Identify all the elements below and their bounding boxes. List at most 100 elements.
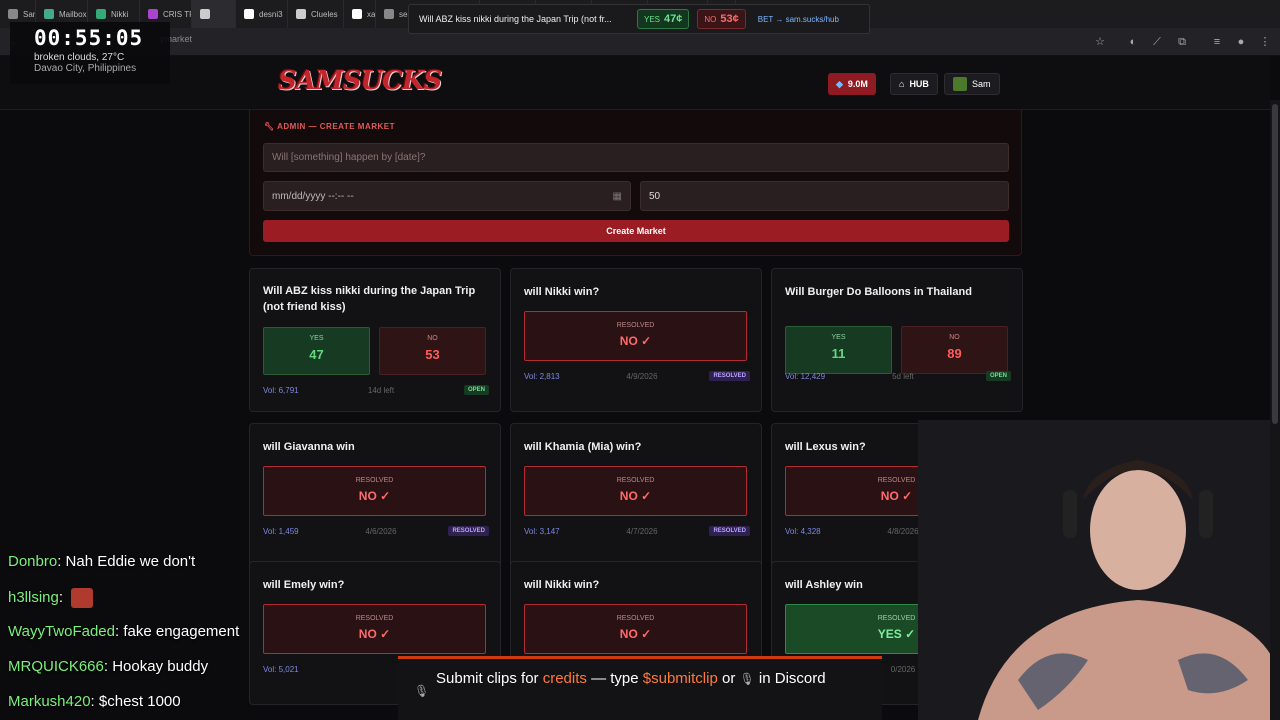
chat-username: MRQUICK666 — [8, 658, 104, 675]
weather-text: broken clouds, 27°C — [34, 52, 125, 63]
mic-icon: 🎙︎ — [414, 684, 430, 698]
amount-input[interactable]: 50 — [640, 181, 1009, 211]
tab-label: Sar — [23, 9, 36, 19]
status-badge: RESOLVED — [709, 526, 750, 536]
tab-label: Clueles — [311, 9, 338, 19]
market-title[interactable]: will Nikki win? — [524, 578, 750, 594]
market-title[interactable]: Will Burger Do Balloons in Thailand — [785, 285, 1011, 301]
market-date: 5d left — [892, 372, 914, 381]
browser-tab[interactable]: desni3 — [236, 0, 288, 28]
location-text: Davao City, Philippines — [34, 63, 137, 74]
tab-favicon-icon — [96, 9, 106, 19]
market-title[interactable]: will Khamia (Mia) win? — [524, 440, 750, 456]
chat-overlay: Donbro: Nah Eddie we don't h3llsing: Wayy… — [0, 547, 400, 720]
tab-label: Mailbox — [59, 9, 87, 19]
chat-username: Donbro — [8, 553, 58, 570]
tab-favicon-icon — [244, 9, 254, 19]
market-title[interactable]: will Giavanna win — [263, 440, 489, 456]
clip-text-4: in Discord — [758, 670, 826, 687]
clock-time: 00:55:05 — [34, 26, 144, 50]
question-input[interactable]: Will [something] happen by [date]? — [263, 143, 1009, 172]
admin-title: 🔧︎ ADMIN — CREATE MARKET — [264, 122, 395, 131]
menu-icon[interactable]: ⋮ — [1258, 35, 1272, 49]
hub-button[interactable]: ⌂ HUB — [890, 73, 938, 95]
market-card[interactable]: Will ABZ kiss nikki during the Japan Tri… — [249, 268, 501, 412]
tab-favicon-icon — [384, 9, 394, 19]
date-placeholder: mm/dd/yyyy --:-- -- — [272, 190, 354, 202]
clip-text-2: — type — [591, 670, 639, 687]
yes-label: YES — [831, 334, 846, 341]
chat-message: WayyTwoFaded: fake engagement — [8, 623, 240, 640]
status-badge: OPEN — [985, 371, 1011, 381]
yes-button[interactable]: YES 11 — [785, 326, 892, 374]
resolved-outcome: NO ✓ — [619, 489, 652, 503]
market-volume: Vol: 4,328 — [785, 527, 821, 536]
yes-button[interactable]: YES 47 — [263, 327, 370, 375]
market-volume: Vol: 1,459 — [263, 527, 299, 536]
market-title[interactable]: will Nikki win? — [524, 285, 750, 301]
extension-icon[interactable]: ⟋ — [1150, 35, 1164, 49]
no-label: NO — [427, 335, 438, 342]
chat-text: Nah Eddie we don't — [65, 553, 196, 570]
balance-button[interactable]: ◆ 9.0M — [828, 73, 876, 95]
tab-label: xa — [367, 9, 376, 19]
browser-tab[interactable]: xa — [344, 0, 376, 28]
star-icon[interactable]: ☆ — [1093, 35, 1107, 49]
site-logo[interactable]: SAMSUCKS — [278, 66, 442, 96]
resolved-result: RESOLVED NO ✓ — [524, 311, 747, 361]
market-volume: Vol: 12,429 — [785, 372, 826, 381]
status-badge: RESOLVED — [709, 371, 750, 381]
market-card[interactable]: will Giavanna win RESOLVED NO ✓ Vol: 1,459 4… — [249, 423, 501, 567]
emote-icon — [71, 588, 94, 608]
no-price: 89 — [947, 346, 962, 361]
date-input[interactable]: mm/dd/yyyy --:-- -- ▦ — [263, 181, 631, 211]
page-scrollbar[interactable] — [1270, 100, 1280, 720]
market-card[interactable]: will Nikki win? RESOLVED NO ✓ Vol: 2,813 4/9… — [510, 268, 762, 412]
puzzle-icon[interactable]: ⧉ — [1175, 35, 1189, 49]
no-button[interactable]: NO 53 — [379, 327, 486, 375]
market-volume: Vol: 6,791 — [263, 386, 299, 395]
chat-message: MRQUICK666: Hookay buddy — [8, 658, 209, 675]
media-icon[interactable]: ≡ — [1210, 35, 1224, 49]
clip-command: $submitclip — [642, 670, 718, 687]
resolved-outcome: NO ✓ — [619, 627, 652, 641]
user-button[interactable]: Sam — [944, 73, 1000, 95]
market-date: 14d left — [367, 386, 395, 395]
bet-overlay: Will ABZ kiss nikki during the Japan Tri… — [408, 4, 870, 34]
bet-yes-pill: YES 47¢ — [637, 9, 690, 29]
yes-label: YES — [309, 335, 324, 342]
hub-label: HUB — [909, 79, 929, 89]
admin-create-market-panel: 🔧︎ ADMIN — CREATE MARKET Will [something… — [249, 110, 1022, 256]
tab-favicon-icon — [352, 9, 362, 19]
gem-icon: ◆ — [836, 78, 843, 89]
stream-clock-overlay: 00:55:05 broken clouds, 27°C Davao City,… — [10, 22, 170, 84]
calendar-icon[interactable]: ▦ — [613, 191, 622, 202]
resolved-outcome: NO ✓ — [619, 334, 652, 348]
browser-tab[interactable]: Clueles — [288, 0, 344, 28]
wrench-icon: 🔧︎ — [264, 122, 275, 131]
market-title[interactable]: Will ABZ kiss nikki during the Japan Tri… — [263, 284, 489, 316]
chat-message: Donbro: Nah Eddie we don't — [8, 553, 196, 570]
chat-message: h3llsing: — [8, 588, 94, 608]
home-icon: ⌂ — [899, 79, 905, 89]
webcam-overlay — [918, 420, 1280, 720]
resolved-label: RESOLVED — [616, 477, 655, 484]
bet-link: BET → sam.sucks/hub — [757, 14, 839, 24]
bet-no-pill: NO 53¢ — [697, 9, 746, 29]
scrollbar-thumb[interactable] — [1272, 104, 1278, 424]
market-card[interactable]: will Khamia (Mia) win? RESOLVED NO ✓ Vol: 3… — [510, 423, 762, 567]
market-card[interactable]: Will Burger Do Balloons in Thailand YES 11… — [771, 268, 1023, 412]
avatar — [953, 77, 967, 91]
resolved-result: RESOLVED NO ✓ — [524, 604, 747, 654]
no-button[interactable]: NO 89 — [901, 326, 1008, 374]
yes-price: 11 — [831, 346, 846, 361]
profile-icon[interactable]: ● — [1234, 35, 1248, 49]
resolved-label: RESOLVED — [616, 322, 655, 329]
tab-label: Nikki — [111, 9, 129, 19]
clip-banner: 🎙︎ Submit clips for credits — type $subm… — [398, 656, 882, 720]
chat-username: WayyTwoFaded — [8, 623, 115, 640]
create-market-button[interactable]: Create Market — [263, 220, 1009, 242]
browser-tab[interactable] — [192, 0, 236, 28]
extension-icon[interactable]: ◐ — [1126, 35, 1140, 49]
clip-text-1: Submit clips for — [436, 670, 539, 687]
